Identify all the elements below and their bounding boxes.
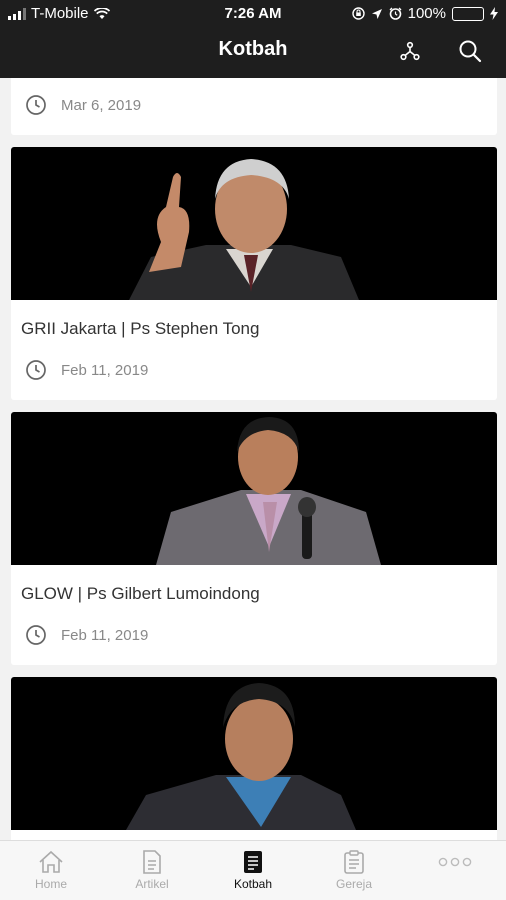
sermon-thumbnail xyxy=(11,412,497,565)
tab-label: Artikel xyxy=(135,877,169,891)
tab-gereja[interactable]: Gereja xyxy=(304,841,404,900)
document-icon xyxy=(143,850,161,874)
clipboard-icon xyxy=(344,850,364,874)
card-date: Mar 6, 2019 xyxy=(61,96,142,114)
sermon-thumbnail xyxy=(11,677,497,830)
card-title: GRII Jakarta | Ps Stephen Tong xyxy=(21,319,260,338)
bottom-tab-bar: Home Artikel Kotbah Gereja xyxy=(0,840,506,900)
tab-label: Gereja xyxy=(335,877,373,891)
home-icon xyxy=(39,850,63,873)
lock-rotation-icon xyxy=(351,7,365,20)
preacher-photo xyxy=(156,417,381,565)
sermon-card[interactable]: Mar 6, 2019 xyxy=(11,78,497,135)
card-date-row: Feb 11, 2019 xyxy=(25,359,148,381)
status-right: 100% xyxy=(351,5,498,22)
tab-artikel[interactable]: Artikel xyxy=(102,841,202,900)
clock-icon xyxy=(26,95,46,115)
tab-more[interactable] xyxy=(405,841,505,900)
page-title: Kotbah xyxy=(218,38,288,60)
card-date: Feb 11, 2019 xyxy=(61,361,149,379)
sermon-thumbnail xyxy=(11,147,497,300)
more-icon xyxy=(438,857,472,867)
battery-percent: 100% xyxy=(407,5,446,22)
clock-icon xyxy=(26,360,46,380)
charging-icon xyxy=(490,7,498,20)
card-date-row: Mar 6, 2019 xyxy=(25,94,141,116)
sermon-card[interactable]: GLOW | Ps Gilbert Lumoindong Feb 11, 201… xyxy=(11,412,497,665)
search-icon[interactable] xyxy=(457,38,483,64)
app-header: T-Mobile 7:26 AM 100% Kotbah xyxy=(0,0,506,78)
alarm-icon xyxy=(389,7,402,20)
sermon-card[interactable] xyxy=(11,677,497,840)
battery-icon xyxy=(452,6,484,21)
share-network-icon[interactable] xyxy=(397,38,423,64)
tab-kotbah[interactable]: Kotbah xyxy=(203,841,303,900)
clock-icon xyxy=(26,625,46,645)
status-bar: T-Mobile 7:26 AM 100% xyxy=(0,0,506,28)
tab-label: Home xyxy=(34,877,67,891)
sermon-card[interactable]: GRII Jakarta | Ps Stephen Tong Feb 11, 2… xyxy=(11,147,497,400)
location-icon xyxy=(371,8,382,19)
sermon-list: Mar 6, 2019 GRII Jakarta | Ps Stephen To… xyxy=(0,78,506,840)
list-document-icon xyxy=(244,851,262,873)
card-date: Feb 11, 2019 xyxy=(61,626,149,644)
preacher-photo xyxy=(126,683,356,830)
card-date-row: Feb 11, 2019 xyxy=(25,624,148,646)
tab-home[interactable]: Home xyxy=(1,841,101,900)
tab-label: Kotbah xyxy=(233,877,273,891)
preacher-photo xyxy=(129,159,359,300)
card-title: GLOW | Ps Gilbert Lumoindong xyxy=(21,584,260,603)
